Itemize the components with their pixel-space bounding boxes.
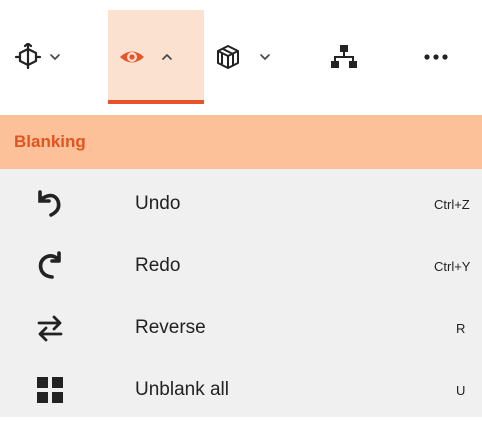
shortcut-label: Ctrl+Y [434, 259, 471, 274]
menu-item-label: Reverse [135, 317, 206, 338]
menu-item-label: Undo [135, 193, 181, 214]
menu-header: Blanking [0, 115, 482, 169]
menu-item-label: Unblank all [135, 379, 229, 400]
shortcut-label: R [456, 321, 466, 336]
swap-arrows-icon [34, 312, 66, 344]
more-button[interactable] [422, 10, 466, 104]
menu-item-redo[interactable]: Redo Ctrl+Y [0, 235, 482, 297]
chevron-up-icon[interactable] [160, 50, 174, 64]
hierarchy-icon [330, 43, 358, 71]
orientation-cube-icon [14, 43, 42, 71]
chevron-down-icon[interactable] [258, 50, 272, 64]
redo-icon [34, 250, 66, 282]
hierarchy-button[interactable] [330, 10, 370, 104]
menu-item-label: Redo [135, 255, 181, 276]
undo-icon [34, 188, 66, 220]
shortcut-label: U [456, 383, 466, 398]
visibility-tool-button[interactable] [108, 10, 204, 104]
display-mode-button[interactable] [214, 10, 304, 104]
shortcut-label: Ctrl+Z [434, 197, 470, 212]
orientation-tool-button[interactable] [14, 10, 104, 104]
menu-item-unblank-all[interactable]: Unblank all U [0, 359, 482, 421]
active-tab-indicator [108, 100, 204, 104]
toolbar [0, 0, 482, 104]
chevron-down-icon[interactable] [48, 50, 62, 64]
grid-four-icon [34, 374, 66, 406]
menu-title: Blanking [14, 132, 86, 151]
menu-item-reverse[interactable]: Reverse R [0, 297, 482, 359]
blanking-menu: Undo Ctrl+Z Redo Ctrl+Y Reverse R Unblan… [0, 169, 482, 417]
more-icon [422, 43, 450, 71]
eye-icon [118, 43, 146, 71]
menu-item-undo[interactable]: Undo Ctrl+Z [0, 173, 482, 235]
wireframe-box-icon [214, 43, 242, 71]
